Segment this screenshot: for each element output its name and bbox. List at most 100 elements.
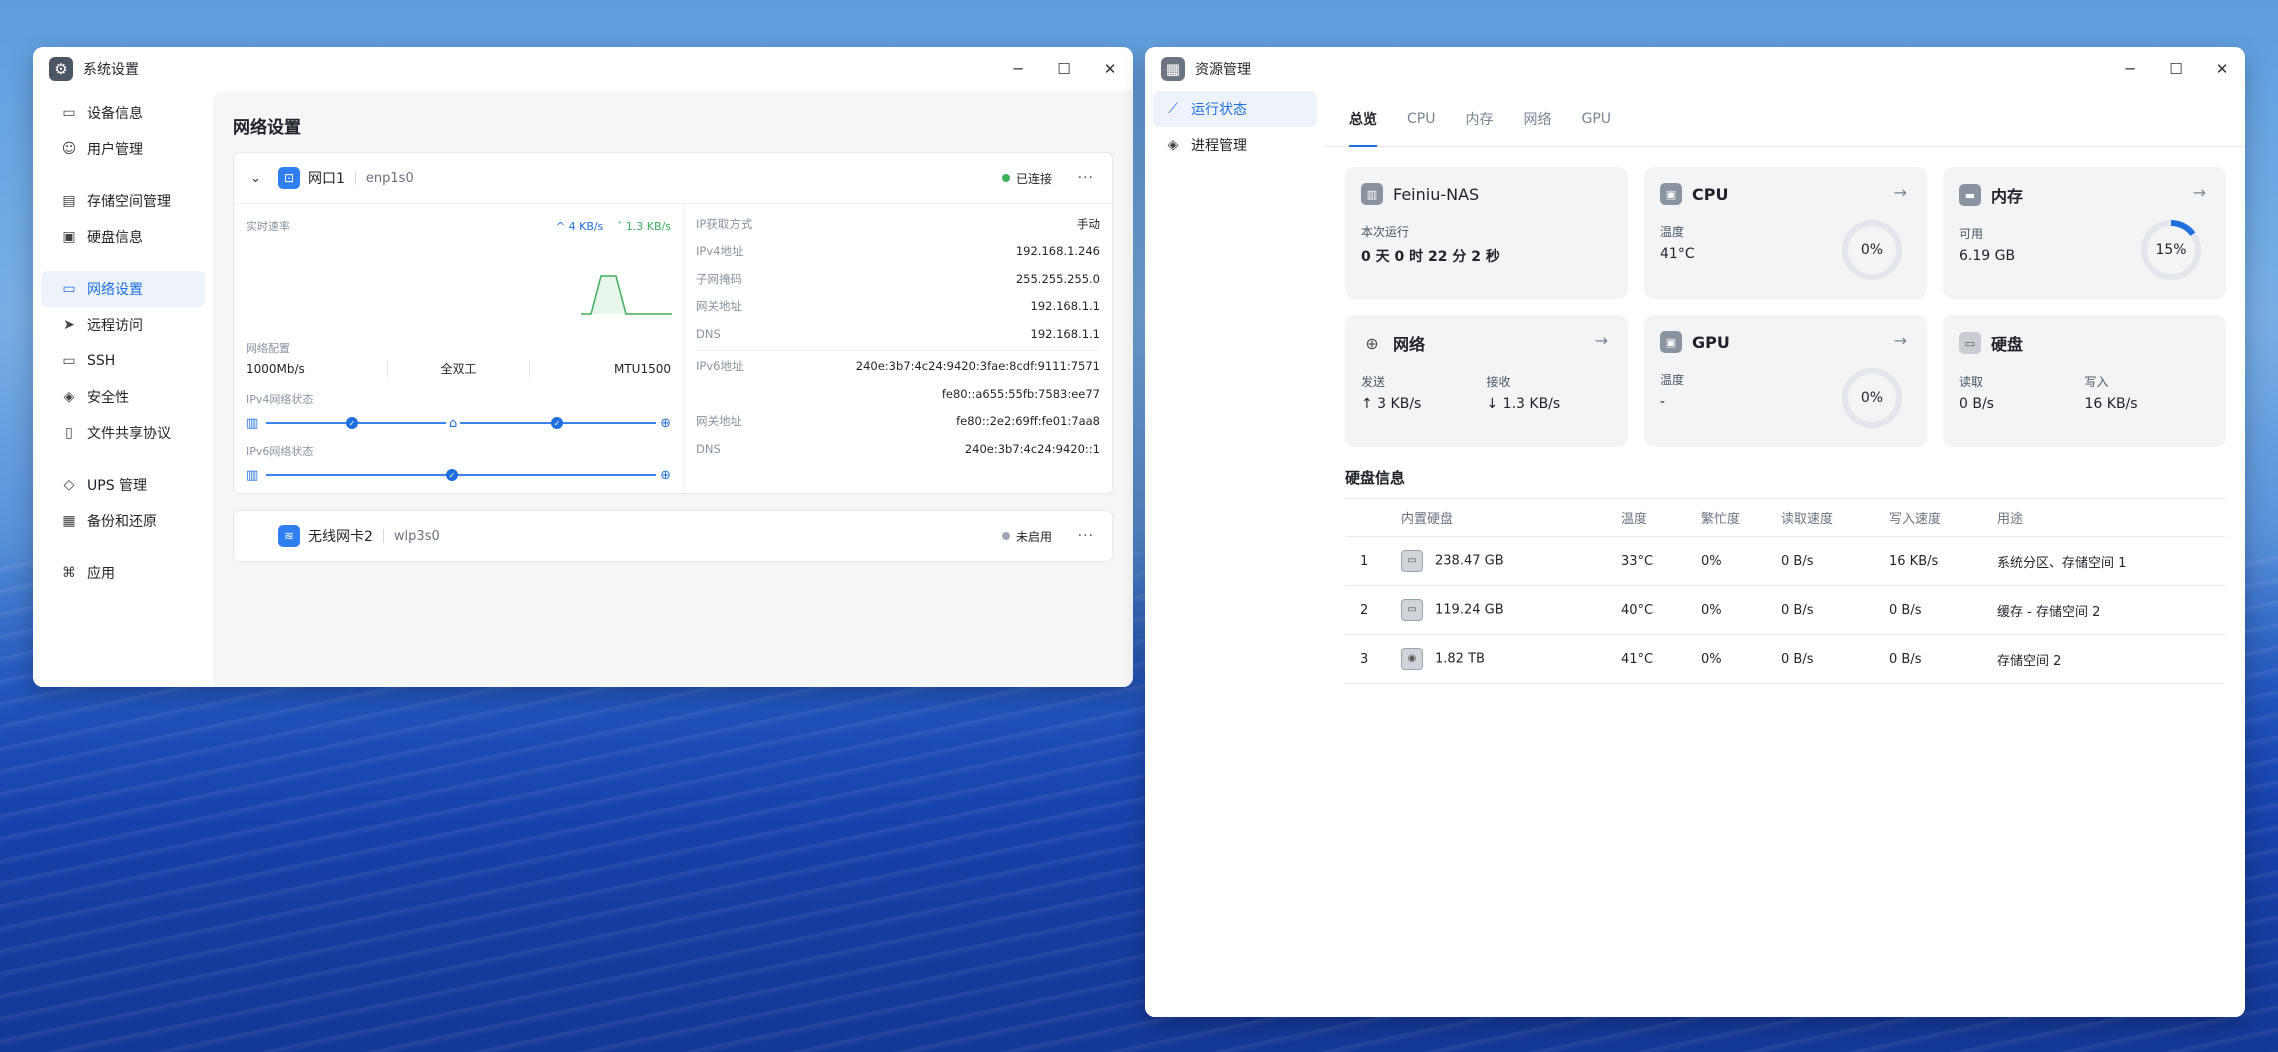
gpu-icon: ▣ [1660, 331, 1682, 353]
server-icon: ▥ [1361, 183, 1383, 205]
interface-device: enp1s0 [365, 170, 414, 186]
wifi-icon: ≋ [278, 525, 300, 547]
sidebar-item-running-status[interactable]: ⟋ 运行状态 [1153, 91, 1317, 127]
download-speed: 1.3 KB/s [625, 219, 671, 233]
arrow-right-icon[interactable]: → [1894, 331, 1907, 350]
interface-device: wlp3s0 [393, 528, 440, 544]
sidebar-item-security[interactable]: ◈ 安全性 [41, 379, 205, 415]
read-value: 0 B/s [1959, 396, 1994, 412]
disk-info-title: 硬盘信息 [1345, 469, 1406, 487]
memory-icon: ▬ [1959, 184, 1981, 206]
resource-monitor-icon: ▦ [1161, 57, 1185, 81]
interface-header[interactable]: ⌄ ⊡ 网口1 enp1s0 已连接 ··· [234, 153, 1112, 203]
kv-ip-mode: IP获取方式 手动 [696, 216, 1100, 231]
mtu-value: MTU1500 [613, 361, 671, 376]
arrow-right-icon[interactable]: → [2193, 183, 2206, 202]
send-label: 发送 [1361, 375, 1386, 389]
link-speed: 1000Mb/s [246, 361, 305, 376]
gear-icon: ⚙ [49, 57, 73, 81]
backup-icon: ▦ [62, 513, 76, 529]
sidebar-item-remote-access[interactable]: ➤ 远程访问 [41, 307, 205, 343]
device-name: Feiniu-NAS [1393, 184, 1480, 204]
tile-device: ▥ Feiniu-NAS 本次运行 0 天 0 时 22 分 2 秒 [1345, 167, 1628, 299]
more-icon[interactable]: ··· [1078, 528, 1094, 544]
hdd-disk-icon: ◉ [1401, 648, 1423, 670]
nas-icon: ▥ [246, 416, 259, 431]
layers-icon: ◈ [1167, 137, 1179, 153]
apps-icon: ⌘ [62, 565, 76, 581]
sidebar-item-storage[interactable]: ▤ 存储空间管理 [41, 183, 205, 219]
titlebar[interactable]: ⚙ 系统设置 ─ ☐ ✕ [33, 47, 1133, 91]
more-icon[interactable]: ··· [1078, 170, 1094, 186]
tab-network[interactable]: 网络 [1523, 91, 1551, 147]
resource-manager-window: ▦ 资源管理 ─ ☐ ✕ ⟋ 运行状态 ◈ 进程管理 总览 CPU 内存 网络 GP… [1145, 47, 2245, 1017]
shield-icon: ◈ [63, 389, 75, 405]
sidebar-item-ups[interactable]: ◇ UPS 管理 [41, 467, 205, 503]
tile-memory[interactable]: ▬ 内存 → 可用 6.19 GB 15% [1943, 167, 2226, 299]
table-header: 用途 [1997, 498, 2225, 537]
status-dot [1001, 174, 1010, 182]
kv-ipv6-link-local: fe80::a655:55fb:7583:ee77 [941, 386, 1100, 401]
minimize-button[interactable]: ─ [2107, 47, 2153, 91]
ssd-disk-icon: ▭ [1401, 599, 1423, 621]
tab-memory[interactable]: 内存 [1465, 91, 1493, 147]
table-row[interactable]: 2 ▭ 119.24 GB 40°C 0% 0 B/s 0 B/s 缓存 - 存储… [1345, 585, 2225, 635]
chevron-down-icon[interactable]: ⌄ [250, 171, 266, 186]
ipv4-status-label: IPv4网络状态 [246, 393, 314, 406]
sidebar-item-users[interactable]: ☺ 用户管理 [41, 131, 205, 167]
sidebar-item-backup[interactable]: ▦ 备份和还原 [41, 503, 205, 539]
tile-gpu[interactable]: ▣ GPU → 温度 - 0% [1644, 315, 1927, 447]
sidebar-item-processes[interactable]: ◈ 进程管理 [1153, 127, 1317, 163]
table-row[interactable]: 1 ▭ 238.47 GB 33°C 0% 0 B/s 16 KB/s 系统分区、… [1345, 536, 2225, 586]
ups-icon: ◇ [63, 477, 75, 493]
arrow-right-icon[interactable]: → [1894, 183, 1907, 202]
close-button[interactable]: ✕ [1087, 47, 1133, 91]
tab-cpu[interactable]: CPU [1407, 91, 1435, 147]
memory-title: 内存 [1991, 187, 2024, 206]
tile-cpu[interactable]: ▣ CPU → 温度 41°C 0% [1644, 167, 1927, 299]
system-settings-window: ⚙ 系统设置 ─ ☐ ✕ ▭ 设备信息 ☺ 用户管理 ▤ 存储空间管理 ▣ 硬盘信息 ▭… [33, 47, 1133, 687]
interface-name: 网口1 [308, 171, 345, 187]
maximize-button[interactable]: ☐ [2153, 47, 2199, 91]
gpu-usage-percent: 0% [1860, 390, 1884, 406]
nas-icon: ▥ [246, 468, 259, 483]
memory-usage-percent: 15% [2155, 242, 2187, 258]
network-icon: ▭ [62, 281, 76, 297]
speed-sparkline [581, 275, 672, 315]
resource-sidebar: ⟋ 运行状态 ◈ 进程管理 [1145, 91, 1325, 1017]
kv-ipv6-gateway: 网关地址 fe80::2e2:69ff:fe01:7aa8 [696, 414, 1100, 429]
send-icon: ➤ [63, 317, 75, 333]
tile-network[interactable]: ⊕ 网络 → 发送 ↑ 3 KB/s 接收 ↓ 1.3 KB/s [1345, 315, 1628, 447]
network-title: 网络 [1393, 335, 1426, 354]
sidebar-item-ssh[interactable]: ▭ SSH [41, 343, 205, 379]
sidebar-item-disk-info[interactable]: ▣ 硬盘信息 [41, 219, 205, 255]
receive-label: 接收 [1486, 375, 1511, 389]
duplex-mode: 全双工 [387, 360, 530, 377]
arrow-right-icon[interactable]: → [1595, 331, 1608, 350]
sidebar-item-file-share[interactable]: ▯ 文件共享协议 [41, 415, 205, 451]
settings-sidebar: ▭ 设备信息 ☺ 用户管理 ▤ 存储空间管理 ▣ 硬盘信息 ▭ 网络设置 ➤ 远程访问 ▭ S… [33, 91, 213, 687]
interface-header[interactable]: ≋ 无线网卡2 wlp3s0 未启用 ··· [234, 511, 1112, 561]
sidebar-item-apps[interactable]: ⌘ 应用 [41, 555, 205, 591]
table-row[interactable]: 3 ◉ 1.82 TB 41°C 0% 0 B/s 0 B/s 存储空间 2 [1345, 634, 2225, 684]
titlebar[interactable]: ▦ 资源管理 ─ ☐ ✕ [1145, 47, 2245, 91]
minimize-button[interactable]: ─ [995, 47, 1041, 91]
cpu-icon: ▣ [1660, 183, 1682, 205]
disk-table: 内置硬盘 温度 繁忙度 读取速度 写入速度 用途 1 ▭ 238.47 GB 33… [1345, 498, 2225, 684]
kv-subnet-mask: 子网掩码 255.255.255.0 [696, 271, 1100, 286]
tab-overview[interactable]: 总览 [1349, 91, 1377, 147]
send-value: ↑ 3 KB/s [1361, 396, 1422, 412]
globe-network-icon: ⊕ [1365, 333, 1379, 353]
file-share-icon: ▯ [65, 425, 73, 441]
close-button[interactable]: ✕ [2199, 47, 2245, 91]
interface-card-eth1: ⌄ ⊡ 网口1 enp1s0 已连接 ··· 实时速率 ^ 4 KB/s ˇ 1… [233, 152, 1113, 494]
kv-ipv4-address: IPv4地址 192.168.1.246 [696, 244, 1100, 259]
sidebar-item-network[interactable]: ▭ 网络设置 [41, 271, 205, 307]
sidebar-item-device-info[interactable]: ▭ 设备信息 [41, 95, 205, 131]
storage-icon: ▤ [62, 193, 76, 209]
cpu-title: CPU [1692, 184, 1729, 204]
ethernet-icon: ⊡ [278, 167, 300, 189]
table-header: 繁忙度 [1701, 498, 1781, 537]
tab-gpu[interactable]: GPU [1581, 91, 1611, 147]
maximize-button[interactable]: ☐ [1041, 47, 1087, 91]
